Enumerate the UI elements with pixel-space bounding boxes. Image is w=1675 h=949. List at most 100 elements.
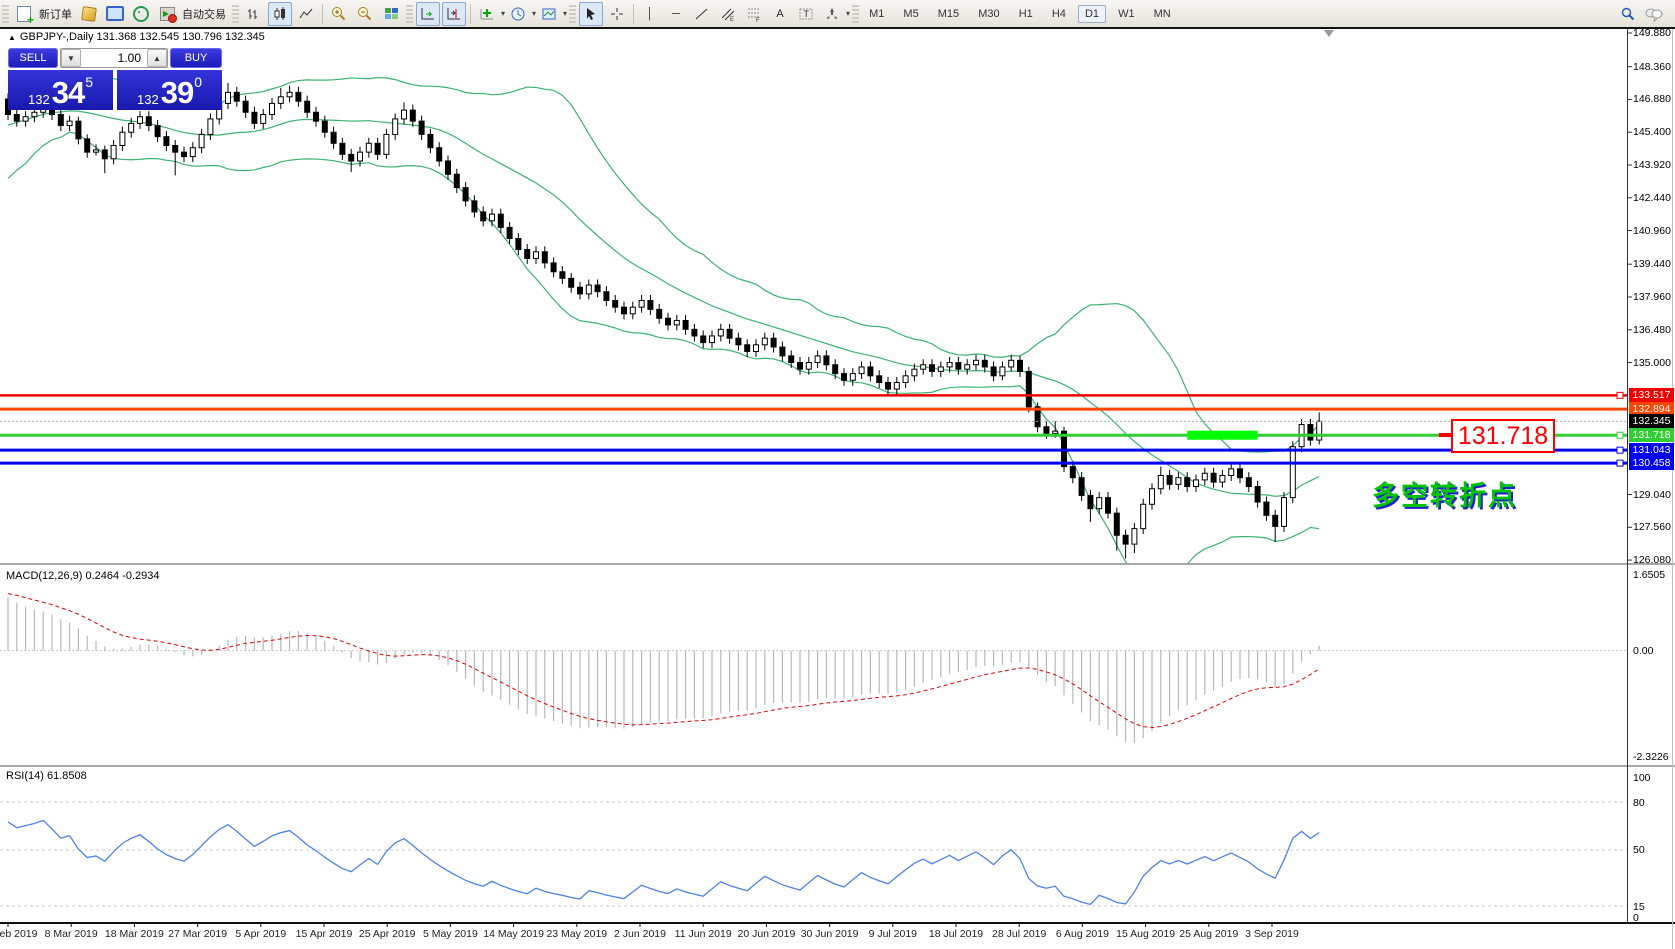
candle-bull <box>630 307 635 314</box>
level-price-label: 133.517 <box>1629 388 1674 402</box>
level-lines[interactable] <box>0 392 1627 466</box>
candle-bull <box>358 152 363 161</box>
candle-bear <box>613 301 618 308</box>
candle-bull <box>111 146 116 159</box>
candle-bear <box>340 143 345 154</box>
one-click-trade-panel: SELL ▼ 1.00 ▲ BUY 132 34 5 132 39 0 <box>8 48 222 110</box>
candle-bear <box>542 252 547 263</box>
candle-bear <box>243 101 248 112</box>
candle-bear <box>1273 515 1278 526</box>
candle-bear <box>322 121 327 132</box>
candle-bear <box>1167 475 1172 484</box>
candle-bull <box>586 285 591 294</box>
candle-bull <box>815 356 820 363</box>
price-callout[interactable]: 131.718 <box>1451 419 1555 453</box>
candle-bear <box>1079 478 1084 496</box>
price-tick: 137.960 <box>1633 291 1671 303</box>
candle-bull <box>710 336 715 343</box>
candle-bear <box>1114 513 1119 535</box>
candle-bear <box>560 272 565 279</box>
price-tick: 129.040 <box>1633 489 1671 501</box>
volume-input[interactable]: 1.00 <box>81 49 147 67</box>
candle-bear <box>252 112 257 123</box>
candle-bull <box>912 369 917 376</box>
candle-bull <box>1202 473 1207 480</box>
candle-bull <box>1194 480 1199 487</box>
candle-bear <box>454 174 459 187</box>
candle-bull <box>1009 360 1014 367</box>
price-tick: 142.440 <box>1633 192 1671 204</box>
candle-bear <box>1106 498 1111 514</box>
candle-bull <box>1158 475 1163 488</box>
buy-price-sup: 0 <box>194 69 202 95</box>
candle-bear <box>410 110 415 121</box>
candle-bear <box>1026 371 1031 406</box>
sell-button[interactable]: SELL <box>8 48 58 68</box>
volume-down-button[interactable]: ▼ <box>61 49 81 67</box>
macd-signal-line <box>8 594 1319 728</box>
candle-bear <box>1308 425 1313 441</box>
candle-bull <box>32 112 37 116</box>
candle-bear <box>1211 473 1216 482</box>
sell-price-button[interactable]: 132 34 5 <box>8 70 113 110</box>
candle-bull <box>1317 421 1322 440</box>
candle-bear <box>463 188 468 201</box>
sell-price-sup: 5 <box>85 69 93 95</box>
candle-bear <box>657 309 662 318</box>
candle-bull <box>947 363 952 367</box>
highlight-segment[interactable] <box>1187 431 1257 440</box>
candle-bear <box>428 134 433 147</box>
collapse-icon[interactable]: ▲ <box>8 33 16 42</box>
candle-bear <box>780 347 785 356</box>
candle-bull <box>762 338 767 345</box>
candle-bear <box>472 201 477 212</box>
candle-bear <box>182 152 187 156</box>
candle-bull <box>1141 504 1146 528</box>
cn-annotation[interactable]: 多空转折点 <box>1372 474 1517 513</box>
candle-bull <box>402 110 407 119</box>
candle-bull <box>1053 431 1058 433</box>
callout-anchor <box>1439 433 1451 437</box>
candle-bull <box>921 365 926 369</box>
candle-bear <box>1246 478 1251 487</box>
price-tick: 126.080 <box>1633 554 1671 566</box>
ohlc-high: 132.545 <box>139 31 179 43</box>
candle-bear <box>1264 502 1269 515</box>
ohlc-low: 130.796 <box>182 31 222 43</box>
candle-bear <box>446 161 451 174</box>
candle-bull <box>199 134 204 147</box>
candle-bear <box>349 154 354 161</box>
sell-price-prefix: 132 <box>28 92 50 107</box>
candle-bear <box>1238 469 1243 478</box>
volume-up-button[interactable]: ▲ <box>147 49 167 67</box>
candle-bear <box>234 92 239 101</box>
candle-bear <box>102 150 107 159</box>
chart-shift-marker[interactable] <box>1324 30 1334 37</box>
bollinger-bands <box>8 72 1319 578</box>
candle-bull <box>534 252 539 259</box>
buy-price-prefix: 132 <box>137 92 159 107</box>
candle-bear <box>1044 427 1049 434</box>
candle-bear <box>833 365 838 374</box>
line-handle <box>1617 447 1623 453</box>
macd-pane <box>0 594 1627 743</box>
chart-header: ▲GBPJPY-,Daily 131.368 132.545 130.796 1… <box>8 31 265 43</box>
candle-bear <box>498 214 503 227</box>
candle-bull <box>1000 367 1005 376</box>
candle-bull <box>1132 529 1137 545</box>
buy-button[interactable]: BUY <box>170 48 222 68</box>
candle-bear <box>956 363 961 370</box>
bollinger-lower <box>8 132 1319 578</box>
candle-bear <box>569 278 574 287</box>
candle-bear <box>481 212 486 221</box>
candle-bull <box>806 363 811 370</box>
candle-bear <box>886 382 891 389</box>
price-tick: 136.480 <box>1633 324 1671 336</box>
price-tick: 146.880 <box>1633 93 1671 105</box>
macd-label: MACD(12,26,9) 0.2464 -0.2934 <box>6 570 159 582</box>
candle-bull <box>974 360 979 364</box>
candle-bear <box>1123 535 1128 544</box>
candle-bear <box>314 112 319 121</box>
candle-bear <box>868 367 873 376</box>
buy-price-button[interactable]: 132 39 0 <box>117 70 222 110</box>
